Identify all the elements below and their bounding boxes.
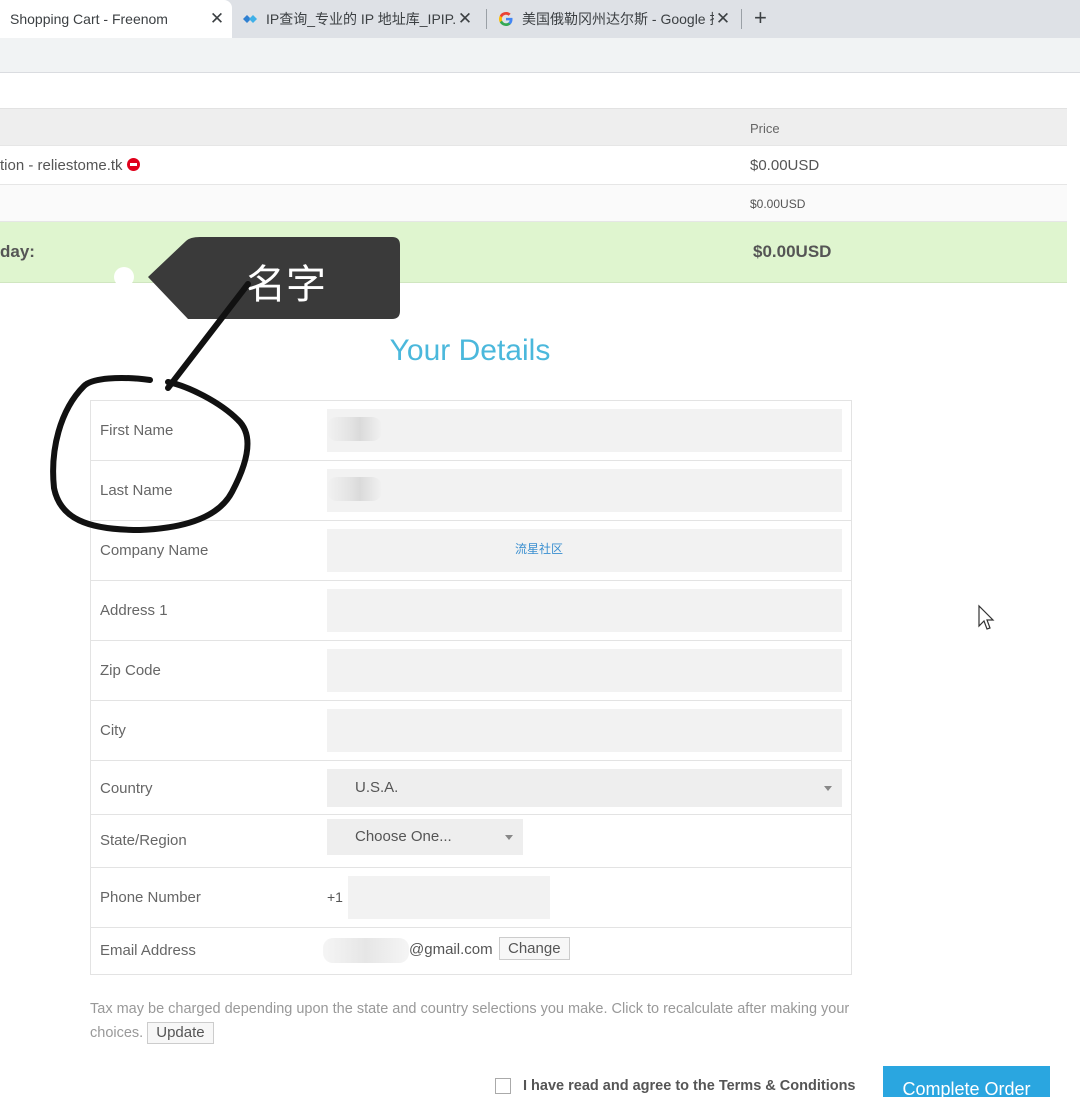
- city-field[interactable]: [327, 709, 842, 752]
- phone-row: Phone Number +1: [91, 868, 851, 928]
- phone-field[interactable]: [348, 876, 550, 919]
- company-name-row: Company Name 流星社区: [91, 521, 851, 581]
- redacted-blur: [327, 477, 382, 501]
- state-select[interactable]: Choose One...: [327, 819, 523, 855]
- watermark-text: 流星社区: [515, 542, 564, 556]
- tab-shopping-cart[interactable]: Shopping Cart - Freenom ✕: [0, 0, 232, 38]
- terms-agreement: I have read and agree to the Terms & Con…: [495, 1078, 856, 1094]
- email-value: @gmail.com: [409, 941, 493, 958]
- tab-separator: [741, 9, 742, 29]
- terms-label: I have read and agree to the Terms & Con…: [523, 1078, 856, 1094]
- total-due-price: $0.00USD: [753, 242, 832, 261]
- address1-row: Address 1: [91, 581, 851, 641]
- your-details-title: Your Details: [389, 334, 551, 367]
- mouse-cursor-icon: [978, 604, 995, 630]
- google-favicon-icon: [499, 12, 513, 26]
- callout-text: 名字: [246, 262, 326, 308]
- cart-item-price: $0.00USD: [750, 157, 820, 174]
- chevron-down-icon: [505, 835, 513, 840]
- last-name-field[interactable]: [327, 469, 842, 512]
- company-name-label: Company Name: [100, 542, 209, 559]
- email-label: Email Address: [100, 942, 196, 959]
- new-tab-button[interactable]: +: [754, 5, 767, 31]
- redacted-blur: [327, 417, 382, 441]
- ipip-favicon-icon: [243, 15, 257, 23]
- chevron-down-icon: [824, 786, 832, 791]
- first-name-field[interactable]: [327, 409, 842, 452]
- company-name-field[interactable]: [327, 529, 842, 572]
- annotation-dot: [114, 267, 134, 287]
- change-email-button[interactable]: Change: [499, 937, 570, 960]
- tab-title: Shopping Cart - Freenom: [10, 11, 168, 27]
- cart-item-domain: tion - reliestome.tk: [0, 157, 123, 174]
- terms-checkbox[interactable]: [495, 1078, 511, 1094]
- cart-item-row: tion - reliestome.tk $0.00USD: [0, 146, 1067, 185]
- close-icon[interactable]: ✕: [208, 9, 226, 29]
- cart-header-row: Price: [0, 108, 1067, 146]
- state-row: State/Region Choose One...: [91, 815, 851, 868]
- country-label: Country: [100, 780, 153, 797]
- phone-label: Phone Number: [100, 889, 201, 906]
- email-row: Email Address @gmail.com Change: [91, 928, 851, 974]
- address1-label: Address 1: [100, 602, 168, 619]
- complete-order-button[interactable]: Complete Order: [883, 1066, 1050, 1097]
- state-label: State/Region: [100, 832, 187, 849]
- browser-toolbar: [0, 38, 1080, 73]
- country-selected-value: U.S.A.: [355, 779, 399, 796]
- details-form: First Name Last Name Company Name 流星社区 A…: [90, 400, 852, 975]
- zip-code-row: Zip Code: [91, 641, 851, 701]
- price-column-header: Price: [750, 121, 780, 136]
- zip-code-label: Zip Code: [100, 662, 161, 679]
- total-due-label: day:: [0, 242, 35, 261]
- update-button[interactable]: Update: [147, 1022, 214, 1044]
- city-row: City: [91, 701, 851, 761]
- tab-title: 美国俄勒冈州达尔斯 - Google 搜: [522, 11, 714, 27]
- last-name-row: Last Name: [91, 461, 851, 521]
- last-name-label: Last Name: [100, 482, 173, 499]
- state-selected-value: Choose One...: [355, 828, 452, 845]
- remove-icon[interactable]: [126, 158, 140, 171]
- first-name-row: First Name: [91, 401, 851, 461]
- cart-subtotal-price: $0.00USD: [750, 197, 806, 211]
- cart-item-description: tion - reliestome.tk: [0, 157, 140, 174]
- redacted-blur: [323, 938, 409, 963]
- cart-subtotal-row: $0.00USD: [0, 185, 1067, 222]
- tab-title: IP查询_专业的 IP 地址库_IPIP.NE: [266, 11, 456, 27]
- tax-notice: Tax may be charged depending upon the st…: [90, 997, 870, 1045]
- close-icon[interactable]: ✕: [714, 9, 732, 29]
- country-select[interactable]: U.S.A.: [327, 769, 842, 807]
- tab-ipip[interactable]: IP查询_专业的 IP 地址库_IPIP.NE ✕: [240, 0, 480, 38]
- address1-field[interactable]: [327, 589, 842, 632]
- zip-code-field[interactable]: [327, 649, 842, 692]
- tab-separator: [486, 9, 487, 29]
- country-row: Country U.S.A.: [91, 761, 851, 815]
- browser-tabstrip: Shopping Cart - Freenom ✕ IP查询_专业的 IP 地址…: [0, 0, 1080, 38]
- phone-country-code: +1: [327, 889, 343, 905]
- first-name-label: First Name: [100, 422, 174, 439]
- tab-google[interactable]: 美国俄勒冈州达尔斯 - Google 搜 ✕: [494, 0, 738, 38]
- city-label: City: [100, 722, 126, 739]
- close-icon[interactable]: ✕: [456, 9, 474, 29]
